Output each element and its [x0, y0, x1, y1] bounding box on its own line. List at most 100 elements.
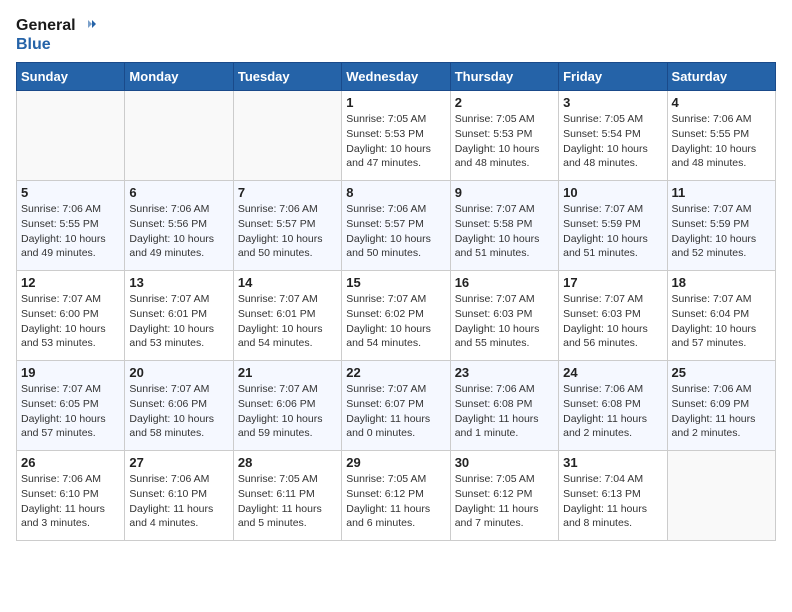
sunrise: Sunrise: 7:07 AM: [346, 383, 426, 395]
day-number: 27: [129, 455, 228, 470]
daylight: Daylight: 10 hours and 53 minutes.: [21, 323, 106, 350]
weekday-header: Thursday: [450, 63, 558, 91]
page-header: General Blue: [16, 16, 776, 54]
calendar-cell: 26 Sunrise: 7:06 AM Sunset: 6:10 PM Dayl…: [17, 451, 125, 541]
day-number: 28: [238, 455, 337, 470]
calendar-week: 5 Sunrise: 7:06 AM Sunset: 5:55 PM Dayli…: [17, 181, 776, 271]
day-info: Sunrise: 7:07 AM Sunset: 6:03 PM Dayligh…: [455, 292, 554, 351]
sunset: Sunset: 6:08 PM: [455, 398, 533, 410]
calendar-cell: 11 Sunrise: 7:07 AM Sunset: 5:59 PM Dayl…: [667, 181, 775, 271]
calendar-week: 26 Sunrise: 7:06 AM Sunset: 6:10 PM Dayl…: [17, 451, 776, 541]
daylight: Daylight: 10 hours and 48 minutes.: [455, 143, 540, 170]
sunrise: Sunrise: 7:06 AM: [238, 203, 318, 215]
sunrise: Sunrise: 7:07 AM: [563, 203, 643, 215]
day-number: 13: [129, 275, 228, 290]
sunrise: Sunrise: 7:05 AM: [455, 473, 535, 485]
calendar-cell: 9 Sunrise: 7:07 AM Sunset: 5:58 PM Dayli…: [450, 181, 558, 271]
calendar-cell: [667, 451, 775, 541]
sunrise: Sunrise: 7:06 AM: [672, 113, 752, 125]
daylight: Daylight: 11 hours and 2 minutes.: [672, 413, 756, 440]
sunset: Sunset: 6:12 PM: [346, 488, 424, 500]
sunrise: Sunrise: 7:06 AM: [672, 383, 752, 395]
weekday-header: Monday: [125, 63, 233, 91]
logo: General Blue: [16, 16, 96, 54]
sunset: Sunset: 5:55 PM: [21, 218, 99, 230]
calendar-cell: 6 Sunrise: 7:06 AM Sunset: 5:56 PM Dayli…: [125, 181, 233, 271]
day-info: Sunrise: 7:06 AM Sunset: 6:09 PM Dayligh…: [672, 382, 771, 441]
sunset: Sunset: 5:58 PM: [455, 218, 533, 230]
day-number: 3: [563, 95, 662, 110]
day-number: 10: [563, 185, 662, 200]
day-number: 26: [21, 455, 120, 470]
calendar-cell: 24 Sunrise: 7:06 AM Sunset: 6:08 PM Dayl…: [559, 361, 667, 451]
day-info: Sunrise: 7:07 AM Sunset: 6:04 PM Dayligh…: [672, 292, 771, 351]
daylight: Daylight: 10 hours and 47 minutes.: [346, 143, 431, 170]
day-info: Sunrise: 7:05 AM Sunset: 5:54 PM Dayligh…: [563, 112, 662, 171]
sunset: Sunset: 6:07 PM: [346, 398, 424, 410]
sunrise: Sunrise: 7:06 AM: [129, 203, 209, 215]
calendar-cell: 18 Sunrise: 7:07 AM Sunset: 6:04 PM Dayl…: [667, 271, 775, 361]
daylight: Daylight: 10 hours and 52 minutes.: [672, 233, 757, 260]
sunset: Sunset: 6:01 PM: [238, 308, 316, 320]
day-number: 11: [672, 185, 771, 200]
calendar-cell: 30 Sunrise: 7:05 AM Sunset: 6:12 PM Dayl…: [450, 451, 558, 541]
sunset: Sunset: 6:01 PM: [129, 308, 207, 320]
sunset: Sunset: 6:04 PM: [672, 308, 750, 320]
day-info: Sunrise: 7:07 AM Sunset: 5:59 PM Dayligh…: [563, 202, 662, 261]
sunrise: Sunrise: 7:04 AM: [563, 473, 643, 485]
sunset: Sunset: 6:03 PM: [563, 308, 641, 320]
day-info: Sunrise: 7:07 AM Sunset: 5:58 PM Dayligh…: [455, 202, 554, 261]
calendar-cell: 25 Sunrise: 7:06 AM Sunset: 6:09 PM Dayl…: [667, 361, 775, 451]
day-info: Sunrise: 7:05 AM Sunset: 6:12 PM Dayligh…: [346, 472, 445, 531]
calendar-cell: 4 Sunrise: 7:06 AM Sunset: 5:55 PM Dayli…: [667, 91, 775, 181]
sunset: Sunset: 6:09 PM: [672, 398, 750, 410]
day-number: 19: [21, 365, 120, 380]
daylight: Daylight: 11 hours and 6 minutes.: [346, 503, 430, 530]
day-info: Sunrise: 7:05 AM Sunset: 5:53 PM Dayligh…: [346, 112, 445, 171]
day-number: 16: [455, 275, 554, 290]
daylight: Daylight: 10 hours and 55 minutes.: [455, 323, 540, 350]
calendar-cell: 7 Sunrise: 7:06 AM Sunset: 5:57 PM Dayli…: [233, 181, 341, 271]
day-number: 5: [21, 185, 120, 200]
day-info: Sunrise: 7:06 AM Sunset: 5:55 PM Dayligh…: [672, 112, 771, 171]
day-number: 24: [563, 365, 662, 380]
sunrise: Sunrise: 7:05 AM: [346, 113, 426, 125]
day-number: 8: [346, 185, 445, 200]
day-number: 7: [238, 185, 337, 200]
sunset: Sunset: 5:59 PM: [563, 218, 641, 230]
calendar-cell: [233, 91, 341, 181]
calendar-cell: 8 Sunrise: 7:06 AM Sunset: 5:57 PM Dayli…: [342, 181, 450, 271]
day-info: Sunrise: 7:07 AM Sunset: 5:59 PM Dayligh…: [672, 202, 771, 261]
daylight: Daylight: 11 hours and 0 minutes.: [346, 413, 430, 440]
sunset: Sunset: 5:53 PM: [455, 128, 533, 140]
daylight: Daylight: 11 hours and 7 minutes.: [455, 503, 539, 530]
day-info: Sunrise: 7:05 AM Sunset: 6:12 PM Dayligh…: [455, 472, 554, 531]
day-number: 25: [672, 365, 771, 380]
calendar-header: SundayMondayTuesdayWednesdayThursdayFrid…: [17, 63, 776, 91]
calendar-cell: 27 Sunrise: 7:06 AM Sunset: 6:10 PM Dayl…: [125, 451, 233, 541]
calendar-cell: [17, 91, 125, 181]
calendar-table: SundayMondayTuesdayWednesdayThursdayFrid…: [16, 62, 776, 541]
daylight: Daylight: 11 hours and 4 minutes.: [129, 503, 213, 530]
day-info: Sunrise: 7:05 AM Sunset: 6:11 PM Dayligh…: [238, 472, 337, 531]
calendar-cell: 28 Sunrise: 7:05 AM Sunset: 6:11 PM Dayl…: [233, 451, 341, 541]
daylight: Daylight: 10 hours and 59 minutes.: [238, 413, 323, 440]
sunset: Sunset: 6:12 PM: [455, 488, 533, 500]
sunset: Sunset: 6:00 PM: [21, 308, 99, 320]
sunrise: Sunrise: 7:06 AM: [455, 383, 535, 395]
day-info: Sunrise: 7:06 AM Sunset: 5:57 PM Dayligh…: [238, 202, 337, 261]
calendar-cell: 2 Sunrise: 7:05 AM Sunset: 5:53 PM Dayli…: [450, 91, 558, 181]
day-info: Sunrise: 7:06 AM Sunset: 5:56 PM Dayligh…: [129, 202, 228, 261]
calendar-cell: 29 Sunrise: 7:05 AM Sunset: 6:12 PM Dayl…: [342, 451, 450, 541]
day-info: Sunrise: 7:06 AM Sunset: 5:57 PM Dayligh…: [346, 202, 445, 261]
daylight: Daylight: 10 hours and 48 minutes.: [672, 143, 757, 170]
day-info: Sunrise: 7:06 AM Sunset: 5:55 PM Dayligh…: [21, 202, 120, 261]
daylight: Daylight: 10 hours and 51 minutes.: [563, 233, 648, 260]
sunrise: Sunrise: 7:07 AM: [238, 383, 318, 395]
sunset: Sunset: 5:55 PM: [672, 128, 750, 140]
weekday-header: Sunday: [17, 63, 125, 91]
sunset: Sunset: 6:06 PM: [238, 398, 316, 410]
day-number: 17: [563, 275, 662, 290]
sunrise: Sunrise: 7:07 AM: [346, 293, 426, 305]
day-number: 31: [563, 455, 662, 470]
